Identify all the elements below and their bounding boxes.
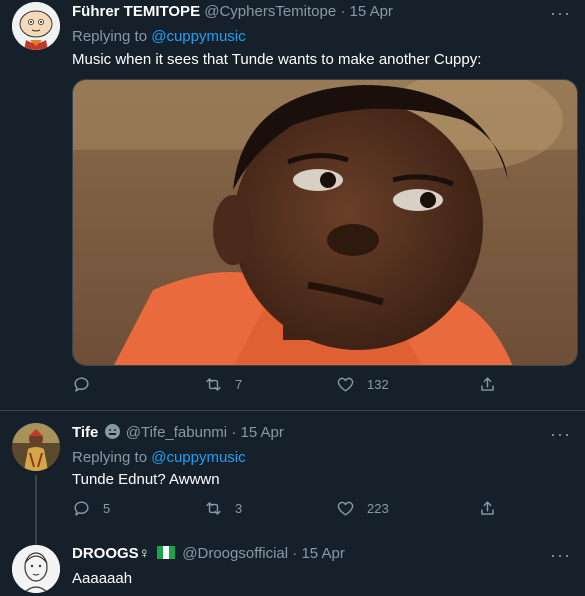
retweet-button[interactable]: 7 [204, 375, 242, 394]
more-options-button[interactable]: ··· [550, 4, 571, 22]
tweet-text: Tunde Ednut? Awwwn [72, 471, 220, 488]
share-icon [481, 377, 494, 391]
retweet-button[interactable]: 3 [204, 499, 242, 518]
retweet-count: 3 [235, 501, 243, 516]
avatar-tife[interactable] [12, 423, 60, 471]
display-name[interactable]: Tife [72, 424, 98, 441]
tweet-header: Führer TEMITOPE @CyphersTemitope · 15 Ap… [72, 1, 393, 23]
droogs-avatar-icon [12, 545, 60, 593]
reply-icon [74, 501, 89, 516]
tweet-actions: 7 132 [72, 375, 512, 399]
stewie-avatar-icon [12, 2, 60, 50]
retweet-icon [206, 378, 221, 391]
handle[interactable]: @Tife_fabunmi [126, 424, 227, 441]
retweet-count: 7 [235, 377, 243, 392]
tweet-2[interactable]: Tife @Tife_fabunmi · 15 Apr ··· Replying… [0, 411, 585, 545]
reply-icon [74, 377, 89, 392]
tweet-text: Music when it sees that Tunde wants to m… [72, 51, 482, 68]
tweet-text: Aaaaaah [72, 570, 133, 587]
handle[interactable]: @Droogsofficial [182, 545, 288, 562]
like-count: 132 [367, 377, 389, 392]
share-button[interactable] [478, 375, 497, 394]
reply-button[interactable]: 5 [72, 499, 110, 518]
retweet-icon [206, 502, 221, 515]
share-icon [481, 501, 494, 515]
emoji-badge-icon [104, 424, 120, 439]
nigeria-flag-icon [157, 546, 176, 559]
like-icon [337, 501, 354, 516]
replying-to-label: Replying to [72, 449, 148, 466]
mention-link[interactable]: @cuppymusic [151, 28, 245, 45]
share-button[interactable] [478, 499, 497, 518]
avatar-droogs[interactable] [12, 545, 60, 593]
like-count: 223 [367, 501, 389, 516]
tweet-header: Tife @Tife_fabunmi · 15 Apr [72, 422, 284, 444]
like-button[interactable]: 132 [336, 375, 389, 394]
display-name[interactable]: DROOGS♀ [72, 545, 150, 562]
timestamp[interactable]: 15 Apr [240, 424, 283, 441]
tweet-3[interactable]: DROOGS♀ @Droogsofficial · 15 Apr ··· Aaa… [0, 541, 585, 596]
avatar-fuhrer-temitope[interactable] [12, 2, 60, 50]
like-button[interactable]: 223 [336, 499, 389, 518]
separator-dot: · [292, 545, 298, 562]
more-options-button[interactable]: ··· [550, 425, 571, 443]
more-options-button[interactable]: ··· [550, 546, 571, 564]
replying-to: Replying to @cuppymusic [72, 27, 246, 47]
handle[interactable]: @CyphersTemitope [204, 3, 336, 20]
separator-dot: · [340, 3, 346, 20]
like-icon [337, 377, 354, 392]
display-name[interactable]: Führer TEMITOPE [72, 3, 200, 20]
reply-count: 5 [103, 501, 111, 516]
tweet-actions: 5 3 223 [72, 499, 512, 523]
replying-to: Replying to @cuppymusic [72, 448, 246, 468]
timestamp[interactable]: 15 Apr [301, 545, 344, 562]
mention-link[interactable]: @cuppymusic [151, 449, 245, 466]
tweet-photo[interactable] [72, 79, 578, 366]
timestamp[interactable]: 15 Apr [350, 3, 393, 20]
tweet-1[interactable]: Führer TEMITOPE @CyphersTemitope · 15 Ap… [0, 0, 585, 410]
tife-avatar-icon [12, 423, 60, 471]
tweet-header: DROOGS♀ @Droogsofficial · 15 Apr [72, 543, 345, 565]
boy-photo-image [73, 80, 577, 365]
separator-dot: · [231, 424, 237, 441]
replying-to-label: Replying to [72, 28, 148, 45]
reply-button[interactable] [72, 375, 91, 394]
thread-line [35, 475, 37, 545]
